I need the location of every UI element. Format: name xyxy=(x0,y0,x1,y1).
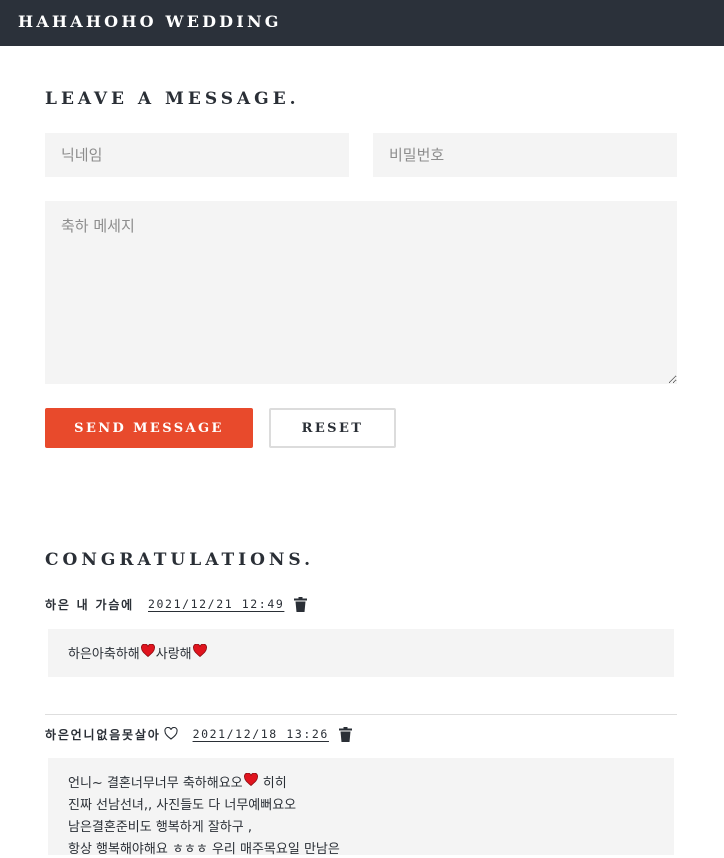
nickname-input[interactable] xyxy=(45,133,349,177)
trash-icon[interactable] xyxy=(294,596,308,612)
password-input[interactable] xyxy=(373,133,677,177)
trash-icon[interactable] xyxy=(338,726,352,742)
entry-author: 하은 내 가슴에 xyxy=(45,597,134,612)
message-line: 하은아축하해 사랑해 xyxy=(68,643,654,662)
entry-message: 언니~ 결혼너무너무 축하해요오 히히 진짜 선남선녀,, 사진들도 다 너무예… xyxy=(48,758,674,857)
message-line: 언니~ 결혼너무너무 축하해요오 히히 xyxy=(68,770,654,792)
brand-title[interactable]: HAHAHOHO WEDDING xyxy=(18,12,282,31)
heart-icon xyxy=(140,643,155,661)
white-heart-icon xyxy=(164,725,178,744)
entry-meta: 하은언니없음못살아 2021/12/18 13:26 xyxy=(45,724,352,744)
entry-date: 2021/12/18 13:26 xyxy=(192,727,329,741)
heart-icon xyxy=(192,643,207,661)
form-title: LEAVE A MESSAGE. xyxy=(45,89,300,109)
message-textarea[interactable] xyxy=(45,201,677,384)
message-line: 진짜 선남선녀,, 사진들도 다 너무예뻐요오 xyxy=(68,797,297,813)
entry-date: 2021/12/21 12:49 xyxy=(148,597,285,611)
send-message-button[interactable]: SEND MESSAGE xyxy=(45,408,253,448)
heart-icon xyxy=(243,772,258,790)
top-navbar: HAHAHOHO WEDDING xyxy=(0,0,724,46)
entry-author: 하은언니없음못살아 xyxy=(45,727,161,742)
guestbook-title: CONGRATULATIONS. xyxy=(45,550,315,570)
entry-message: 하은아축하해 사랑해 xyxy=(48,629,674,677)
message-line: 남은결혼준비도 행복하게 잘하구 , xyxy=(68,819,252,835)
entry-divider xyxy=(45,714,677,715)
entry-meta: 하은 내 가슴에 2021/12/21 12:49 xyxy=(45,594,308,614)
reset-button[interactable]: RESET xyxy=(269,408,396,448)
